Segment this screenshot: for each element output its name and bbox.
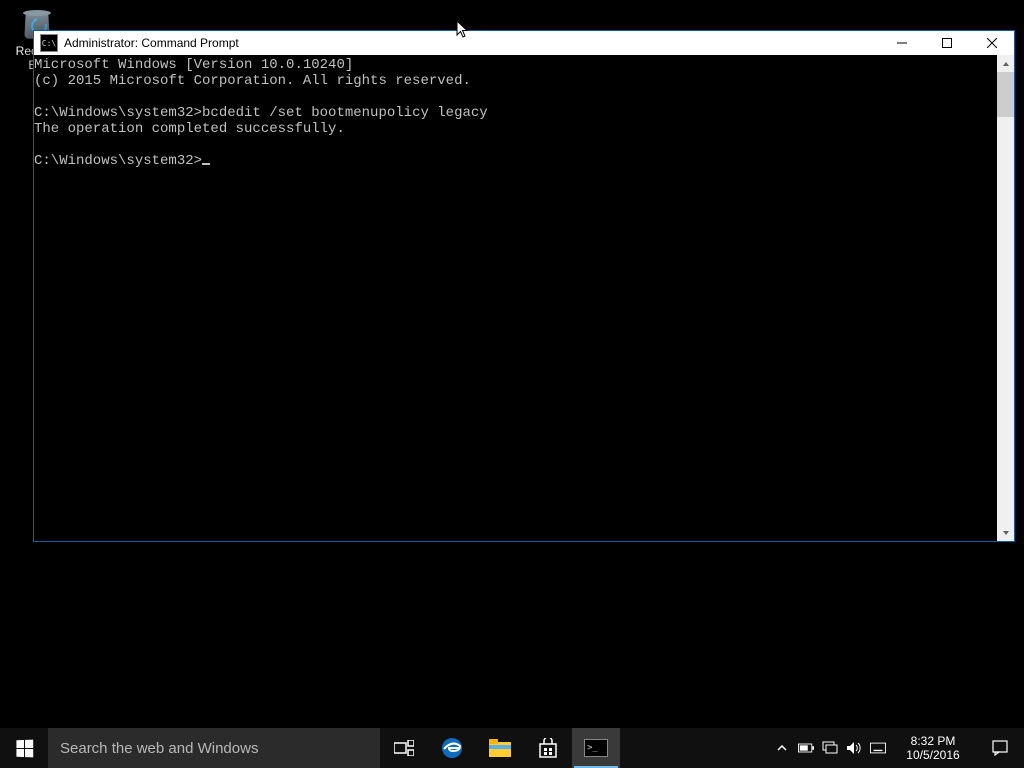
action-center-button[interactable] bbox=[976, 740, 1024, 756]
command-prompt-window[interactable]: C:\ Administrator: Command Prompt Micros… bbox=[33, 30, 1015, 542]
cmd-app-icon: C:\ bbox=[40, 34, 58, 52]
system-tray: 8:32 PM 10/5/2016 bbox=[766, 728, 1024, 768]
console-command: bcdedit /set bootmenupolicy legacy bbox=[202, 105, 488, 121]
folder-icon bbox=[489, 739, 511, 757]
taskbar-app-command-prompt[interactable]: >_ bbox=[572, 728, 620, 768]
taskbar-app-store[interactable] bbox=[524, 728, 572, 768]
taskbar-app-file-explorer[interactable] bbox=[476, 728, 524, 768]
minimize-icon bbox=[897, 38, 907, 48]
keyboard-icon bbox=[870, 742, 886, 754]
maximize-button[interactable] bbox=[924, 31, 969, 55]
tray-overflow-button[interactable] bbox=[774, 740, 790, 756]
windows-logo-icon bbox=[16, 739, 33, 757]
close-button[interactable] bbox=[969, 31, 1014, 55]
text-cursor bbox=[202, 163, 210, 165]
scroll-track[interactable] bbox=[997, 72, 1014, 524]
clock-time: 8:32 PM bbox=[898, 734, 968, 748]
console-line: Microsoft Windows [Version 10.0.10240] bbox=[34, 57, 353, 73]
console-output[interactable]: Microsoft Windows [Version 10.0.10240] (… bbox=[34, 55, 997, 541]
console-line: The operation completed successfully. bbox=[34, 121, 345, 137]
task-view-icon bbox=[394, 740, 414, 756]
scroll-up-button[interactable] bbox=[997, 55, 1014, 72]
maximize-icon bbox=[942, 38, 952, 48]
desktop-background[interactable]: Recycle Bin C:\ Administrator: Command P… bbox=[0, 0, 1024, 768]
tray-volume[interactable] bbox=[846, 740, 862, 756]
close-icon bbox=[987, 38, 997, 48]
start-button[interactable] bbox=[0, 728, 48, 768]
scroll-thumb[interactable] bbox=[997, 72, 1014, 117]
clock-date: 10/5/2016 bbox=[898, 748, 968, 762]
tray-keyboard[interactable] bbox=[870, 740, 886, 756]
taskbar-search[interactable]: Search the web and Windows bbox=[48, 728, 380, 768]
task-view-button[interactable] bbox=[380, 728, 428, 768]
taskbar-clock[interactable]: 8:32 PM 10/5/2016 bbox=[894, 734, 976, 762]
chevron-up-icon bbox=[777, 745, 787, 751]
window-title: Administrator: Command Prompt bbox=[64, 36, 239, 50]
tray-network[interactable] bbox=[822, 740, 838, 756]
taskbar[interactable]: Search the web and Windows bbox=[0, 728, 1024, 768]
search-placeholder: Search the web and Windows bbox=[60, 740, 258, 757]
scroll-down-button[interactable] bbox=[997, 524, 1014, 541]
console-prompt: C:\Windows\system32> bbox=[34, 153, 202, 169]
taskbar-app-edge[interactable] bbox=[428, 728, 476, 768]
speaker-icon bbox=[846, 741, 862, 755]
store-icon bbox=[538, 738, 558, 758]
battery-icon bbox=[798, 743, 814, 753]
cmd-taskbar-icon: >_ bbox=[584, 739, 608, 757]
console-prompt: C:\Windows\system32> bbox=[34, 105, 202, 121]
console-line: (c) 2015 Microsoft Corporation. All righ… bbox=[34, 73, 471, 89]
window-titlebar[interactable]: C:\ Administrator: Command Prompt bbox=[34, 31, 1014, 55]
chevron-down-icon bbox=[1002, 529, 1010, 537]
chevron-up-icon bbox=[1002, 60, 1010, 68]
vertical-scrollbar[interactable] bbox=[997, 55, 1014, 541]
tray-battery[interactable] bbox=[798, 740, 814, 756]
notifications-icon bbox=[992, 740, 1008, 756]
network-icon bbox=[822, 741, 838, 755]
minimize-button[interactable] bbox=[879, 31, 924, 55]
edge-icon bbox=[441, 737, 463, 759]
